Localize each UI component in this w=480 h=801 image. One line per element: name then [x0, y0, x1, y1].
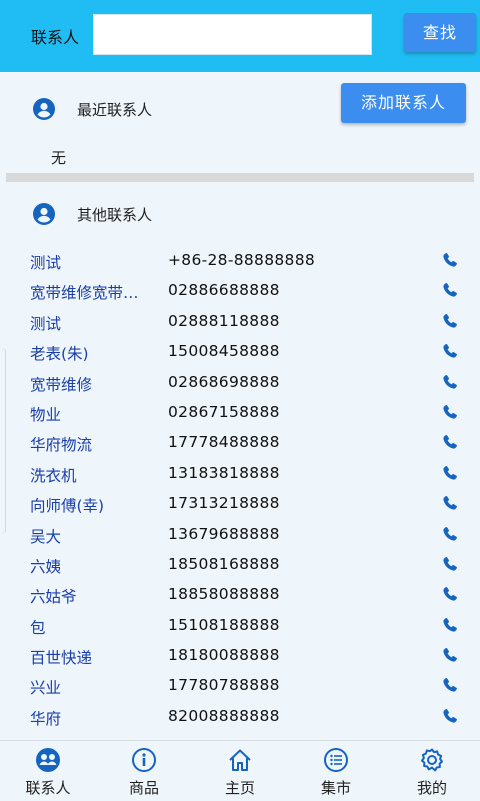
contacts-icon	[36, 748, 60, 772]
contact-name[interactable]: 华府	[30, 707, 150, 729]
nav-item-products[interactable]: 商品	[96, 741, 192, 801]
contact-phone: +86-28-88888888	[168, 251, 316, 269]
contact-name[interactable]: 洗衣机	[30, 464, 150, 486]
contact-row[interactable]: 宽带维修 02868698888	[0, 368, 480, 398]
phone-icon[interactable]	[442, 343, 458, 359]
phone-icon[interactable]	[442, 495, 458, 511]
phone-icon[interactable]	[442, 252, 458, 268]
person-circle-icon	[33, 203, 55, 225]
search-input[interactable]	[93, 14, 372, 55]
contact-name[interactable]: 物业	[30, 403, 150, 425]
contact-row[interactable]: 华府 82008888888	[0, 702, 480, 732]
gear-icon	[421, 748, 443, 772]
phone-icon[interactable]	[442, 526, 458, 542]
contact-name[interactable]: 包	[30, 616, 150, 638]
contact-phone: 02888118888	[168, 311, 280, 330]
phone-icon[interactable]	[442, 647, 458, 663]
contact-name[interactable]: 宽带维修	[30, 373, 150, 395]
phone-icon[interactable]	[442, 677, 458, 693]
info-icon	[132, 748, 156, 772]
contact-phone: 02867158888	[168, 402, 280, 421]
contact-row[interactable]: 测试 +86-28-88888888	[0, 246, 480, 276]
contact-row[interactable]: 老表(朱) 15008458888	[0, 337, 480, 367]
contact-phone: 18858088888	[168, 585, 280, 604]
bottom-nav: 联系人 商品 主页 集市 我的	[0, 740, 480, 801]
contact-row[interactable]: 物业 02867158888	[0, 398, 480, 428]
contact-phone: 82008888888	[168, 706, 280, 725]
recent-empty-text: 无	[51, 149, 67, 167]
top-bar: 联系人 查找	[0, 0, 480, 72]
contact-phone: 13679688888	[168, 524, 280, 543]
contact-name[interactable]: 宽带维修宽带维修	[30, 281, 150, 303]
phone-icon[interactable]	[442, 374, 458, 390]
contact-search-label: 联系人	[31, 28, 80, 47]
contact-phone: 17780788888	[168, 676, 280, 695]
contact-phone: 18508168888	[168, 554, 280, 573]
contact-phone: 02868698888	[168, 372, 280, 391]
phone-icon[interactable]	[442, 282, 458, 298]
person-circle-icon	[33, 98, 55, 120]
contact-name[interactable]: 吴大	[30, 525, 150, 547]
contact-phone: 15008458888	[168, 342, 280, 361]
phone-icon[interactable]	[442, 465, 458, 481]
phone-icon[interactable]	[442, 617, 458, 633]
contact-phone: 18180088888	[168, 646, 280, 665]
contact-name[interactable]: 测试	[30, 312, 150, 334]
contact-name[interactable]: 六姨	[30, 555, 150, 577]
nav-item-mine[interactable]: 我的	[384, 741, 480, 801]
contact-name[interactable]: 老表(朱)	[30, 342, 150, 364]
nav-label: 主页	[224, 779, 255, 797]
phone-icon[interactable]	[442, 556, 458, 572]
nav-label: 联系人	[25, 779, 71, 797]
phone-icon[interactable]	[442, 586, 458, 602]
search-button[interactable]: 查找	[404, 13, 476, 52]
phone-icon[interactable]	[442, 708, 458, 724]
contact-row[interactable]: 测试 02888118888	[0, 307, 480, 337]
contact-phone: 17778488888	[168, 433, 280, 452]
contact-list: 测试 +86-28-88888888 宽带维修宽带维修 02886688888 测试 02…	[0, 246, 480, 732]
contact-row[interactable]: 华府物流 17778488888	[0, 428, 480, 458]
nav-label: 集市	[320, 779, 351, 797]
contact-row[interactable]: 六姨 18508168888	[0, 550, 480, 580]
contact-row[interactable]: 洗衣机 13183818888	[0, 459, 480, 489]
nav-item-contacts[interactable]: 联系人	[0, 741, 96, 801]
contact-row[interactable]: 向师傅(幸) 17313218888	[0, 489, 480, 519]
contact-phone: 02886688888	[168, 281, 280, 300]
contact-name[interactable]: 测试	[30, 251, 150, 273]
contact-row[interactable]: 百世快递 18180088888	[0, 641, 480, 671]
phone-icon[interactable]	[442, 434, 458, 450]
contact-phone: 17313218888	[168, 494, 280, 513]
contact-name[interactable]: 兴业	[30, 676, 150, 698]
contact-row[interactable]: 吴大 13679688888	[0, 520, 480, 550]
contact-row[interactable]: 六姑爷 18858088888	[0, 580, 480, 610]
list-icon	[324, 748, 348, 772]
nav-label: 我的	[416, 779, 447, 797]
contact-row[interactable]: 宽带维修宽带维修 02886688888	[0, 276, 480, 306]
contact-name[interactable]: 向师傅(幸)	[30, 494, 150, 516]
nav-item-home[interactable]: 主页	[192, 741, 288, 801]
phone-icon[interactable]	[442, 404, 458, 420]
other-contacts-title: 其他联系人	[77, 206, 153, 224]
phone-icon[interactable]	[442, 313, 458, 329]
contact-phone: 13183818888	[168, 463, 280, 482]
recent-contacts-title: 最近联系人	[77, 101, 153, 119]
contact-name[interactable]: 华府物流	[30, 433, 150, 455]
nav-label: 商品	[128, 779, 159, 797]
contact-phone: 15108188888	[168, 615, 280, 634]
nav-item-market[interactable]: 集市	[288, 741, 384, 801]
contact-row[interactable]: 兴业 17780788888	[0, 671, 480, 701]
contact-row[interactable]: 包 15108188888	[0, 611, 480, 641]
section-divider	[6, 173, 474, 182]
home-icon	[229, 749, 251, 771]
add-contact-button[interactable]: 添加联系人	[341, 83, 466, 123]
contact-name[interactable]: 六姑爷	[30, 585, 150, 607]
contact-name[interactable]: 百世快递	[30, 646, 150, 668]
